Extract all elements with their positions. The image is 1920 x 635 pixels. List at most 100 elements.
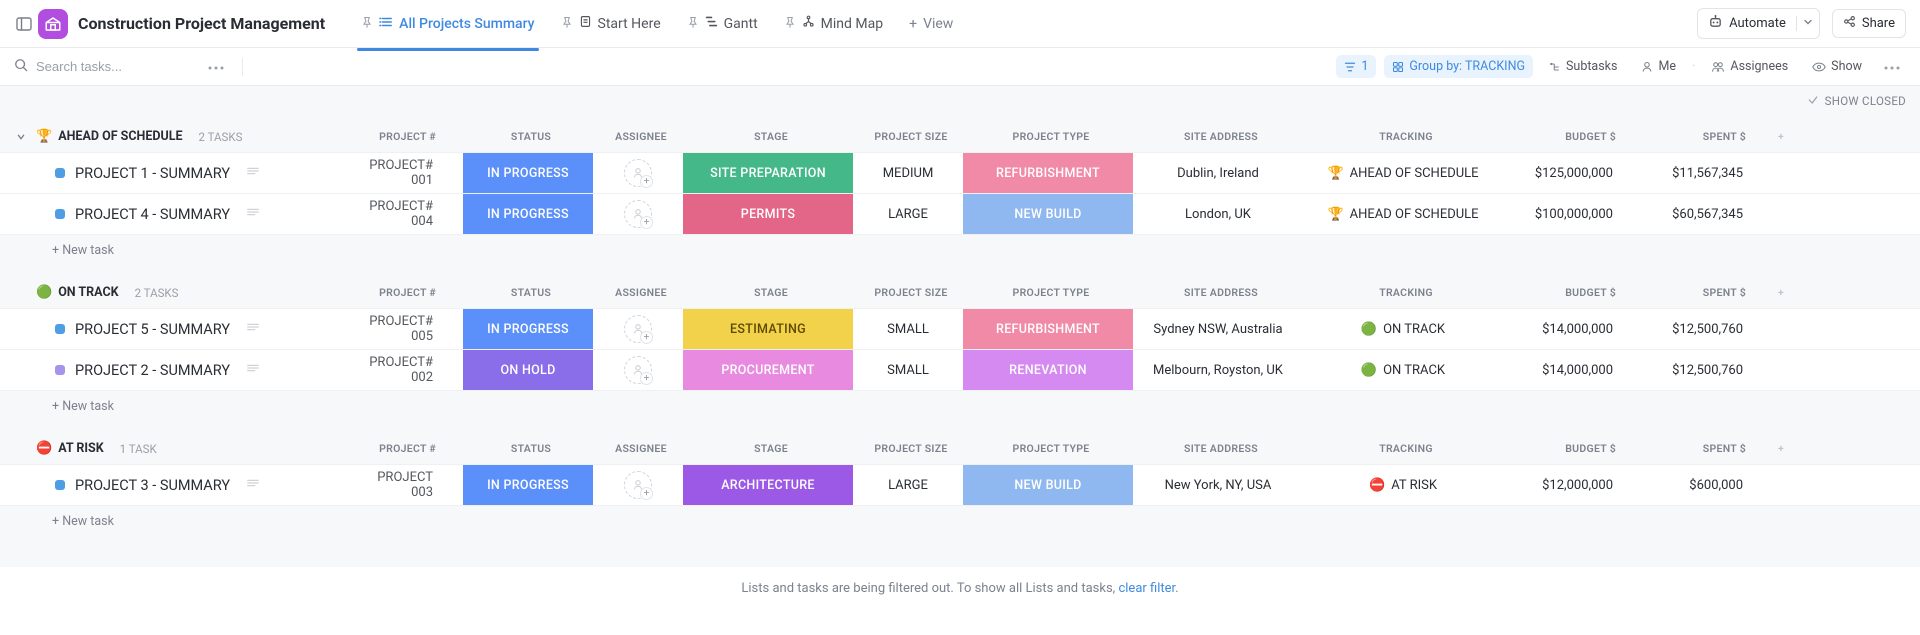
add-column-button[interactable]: +: [1766, 438, 1796, 459]
cell-stage[interactable]: ESTIMATING: [683, 309, 853, 349]
cell-status[interactable]: IN PROGRESS: [463, 309, 593, 349]
group-name[interactable]: 🏆 AHEAD OF SCHEDULE 2 TASKS: [36, 129, 356, 144]
cell-address[interactable]: Melbourn, Royston, UK: [1133, 350, 1303, 390]
status-dot-icon[interactable]: [55, 168, 65, 178]
col-head-size[interactable]: PROJECT SIZE: [856, 126, 966, 147]
col-head-stage[interactable]: STAGE: [686, 126, 856, 147]
tab-start-here[interactable]: Start Here: [549, 7, 673, 40]
status-dot-icon[interactable]: [55, 209, 65, 219]
col-head-assignee[interactable]: ASSIGNEE: [596, 438, 686, 459]
cell-spent[interactable]: $600,000: [1633, 465, 1763, 505]
cell-address[interactable]: New York, NY, USA: [1133, 465, 1303, 505]
cell-status[interactable]: ON HOLD: [463, 350, 593, 390]
col-head-address[interactable]: SITE ADDRESS: [1136, 438, 1306, 459]
cell-assignee[interactable]: +: [593, 465, 683, 505]
cell-spent[interactable]: $12,500,760: [1633, 350, 1763, 390]
col-head-type[interactable]: PROJECT TYPE: [966, 438, 1136, 459]
group-collapse-icon[interactable]: [12, 130, 30, 144]
cell-assignee[interactable]: +: [593, 153, 683, 193]
col-head-assignee[interactable]: ASSIGNEE: [596, 126, 686, 147]
cell-project-number[interactable]: PROJECT# 004: [353, 194, 463, 234]
cell-project-number[interactable]: PROJECT# 001: [353, 153, 463, 193]
assignee-avatar-empty[interactable]: +: [624, 159, 652, 187]
cell-size[interactable]: SMALL: [853, 350, 963, 390]
cell-size[interactable]: SMALL: [853, 309, 963, 349]
clear-filter-link[interactable]: clear filter: [1118, 581, 1175, 596]
new-task-button[interactable]: + New task: [0, 506, 1920, 537]
col-head-size[interactable]: PROJECT SIZE: [856, 282, 966, 303]
tab-mind-map[interactable]: Mind Map: [772, 7, 895, 40]
cell-tracking[interactable]: 🏆AHEAD OF SCHEDULE: [1303, 194, 1503, 234]
new-task-button[interactable]: + New task: [0, 235, 1920, 266]
cell-project-number[interactable]: PROJECT# 002: [353, 350, 463, 390]
cell-status[interactable]: IN PROGRESS: [463, 153, 593, 193]
group-name[interactable]: ⛔ AT RISK 1 TASK: [36, 441, 356, 456]
cell-stage[interactable]: SITE PREPARATION: [683, 153, 853, 193]
cell-budget[interactable]: $14,000,000: [1503, 350, 1633, 390]
col-head-address[interactable]: SITE ADDRESS: [1136, 126, 1306, 147]
cell-status[interactable]: IN PROGRESS: [463, 194, 593, 234]
task-more-icon[interactable]: [246, 362, 260, 378]
cell-stage[interactable]: ARCHITECTURE: [683, 465, 853, 505]
task-name[interactable]: PROJECT 2 - SUMMARY: [75, 362, 230, 379]
col-head-assignee[interactable]: ASSIGNEE: [596, 282, 686, 303]
cell-tracking[interactable]: ⛔AT RISK: [1303, 465, 1503, 505]
task-name[interactable]: PROJECT 4 - SUMMARY: [75, 206, 230, 223]
task-name[interactable]: PROJECT 5 - SUMMARY: [75, 321, 230, 338]
task-more-icon[interactable]: [246, 165, 260, 181]
col-head-spent[interactable]: SPENT $: [1636, 126, 1766, 147]
cell-size[interactable]: LARGE: [853, 465, 963, 505]
cell-address[interactable]: Sydney NSW, Australia: [1133, 309, 1303, 349]
cell-project-number[interactable]: PROJECT# 005: [353, 309, 463, 349]
col-head-project[interactable]: PROJECT #: [356, 282, 466, 303]
cell-address[interactable]: London, UK: [1133, 194, 1303, 234]
table-row[interactable]: PROJECT 3 - SUMMARY PROJECT 003 IN PROGR…: [0, 464, 1920, 506]
table-row[interactable]: PROJECT 4 - SUMMARY PROJECT# 004 IN PROG…: [0, 193, 1920, 235]
filter-chip[interactable]: 1: [1336, 55, 1376, 78]
assignees-chip[interactable]: Assignees: [1703, 55, 1796, 78]
show-chip[interactable]: Show: [1804, 55, 1870, 78]
cell-spent[interactable]: $60,567,345: [1633, 194, 1763, 234]
cell-size[interactable]: MEDIUM: [853, 153, 963, 193]
cell-status[interactable]: IN PROGRESS: [463, 465, 593, 505]
cell-budget[interactable]: $100,000,000: [1503, 194, 1633, 234]
cell-assignee[interactable]: +: [593, 350, 683, 390]
cell-size[interactable]: LARGE: [853, 194, 963, 234]
task-more-icon[interactable]: [246, 477, 260, 493]
task-more-icon[interactable]: [246, 321, 260, 337]
add-column-button[interactable]: +: [1766, 126, 1796, 147]
subtasks-chip[interactable]: Subtasks: [1541, 55, 1625, 78]
automate-button[interactable]: Automate: [1697, 8, 1820, 39]
col-head-budget[interactable]: BUDGET $: [1506, 282, 1636, 303]
cell-type[interactable]: NEW BUILD: [963, 194, 1133, 234]
cell-tracking[interactable]: 🏆AHEAD OF SCHEDULE: [1303, 153, 1503, 193]
cell-stage[interactable]: PROCUREMENT: [683, 350, 853, 390]
col-head-project[interactable]: PROJECT #: [356, 126, 466, 147]
cell-type[interactable]: NEW BUILD: [963, 465, 1133, 505]
table-row[interactable]: PROJECT 2 - SUMMARY PROJECT# 002 ON HOLD…: [0, 349, 1920, 391]
col-head-type[interactable]: PROJECT TYPE: [966, 126, 1136, 147]
me-chip[interactable]: Me: [1633, 55, 1684, 78]
tab-gantt[interactable]: Gantt: [675, 7, 770, 40]
cell-budget[interactable]: $125,000,000: [1503, 153, 1633, 193]
task-more-icon[interactable]: [246, 206, 260, 222]
cell-budget[interactable]: $12,000,000: [1503, 465, 1633, 505]
cell-address[interactable]: Dublin, Ireland: [1133, 153, 1303, 193]
table-row[interactable]: PROJECT 5 - SUMMARY PROJECT# 005 IN PROG…: [0, 308, 1920, 350]
cell-tracking[interactable]: 🟢ON TRACK: [1303, 350, 1503, 390]
col-head-tracking[interactable]: TRACKING: [1306, 126, 1506, 147]
col-head-spent[interactable]: SPENT $: [1636, 282, 1766, 303]
cell-type[interactable]: RENEVATION: [963, 350, 1133, 390]
cell-spent[interactable]: $11,567,345: [1633, 153, 1763, 193]
status-dot-icon[interactable]: [55, 324, 65, 334]
search-input[interactable]: [36, 59, 166, 74]
task-name[interactable]: PROJECT 1 - SUMMARY: [75, 165, 230, 182]
col-head-spent[interactable]: SPENT $: [1636, 438, 1766, 459]
cell-stage[interactable]: PERMITS: [683, 194, 853, 234]
tab-all-projects-summary[interactable]: All Projects Summary: [349, 7, 546, 41]
col-head-type[interactable]: PROJECT TYPE: [966, 282, 1136, 303]
col-head-status[interactable]: STATUS: [466, 438, 596, 459]
cell-assignee[interactable]: +: [593, 194, 683, 234]
col-head-size[interactable]: PROJECT SIZE: [856, 438, 966, 459]
table-row[interactable]: PROJECT 1 - SUMMARY PROJECT# 001 IN PROG…: [0, 152, 1920, 194]
